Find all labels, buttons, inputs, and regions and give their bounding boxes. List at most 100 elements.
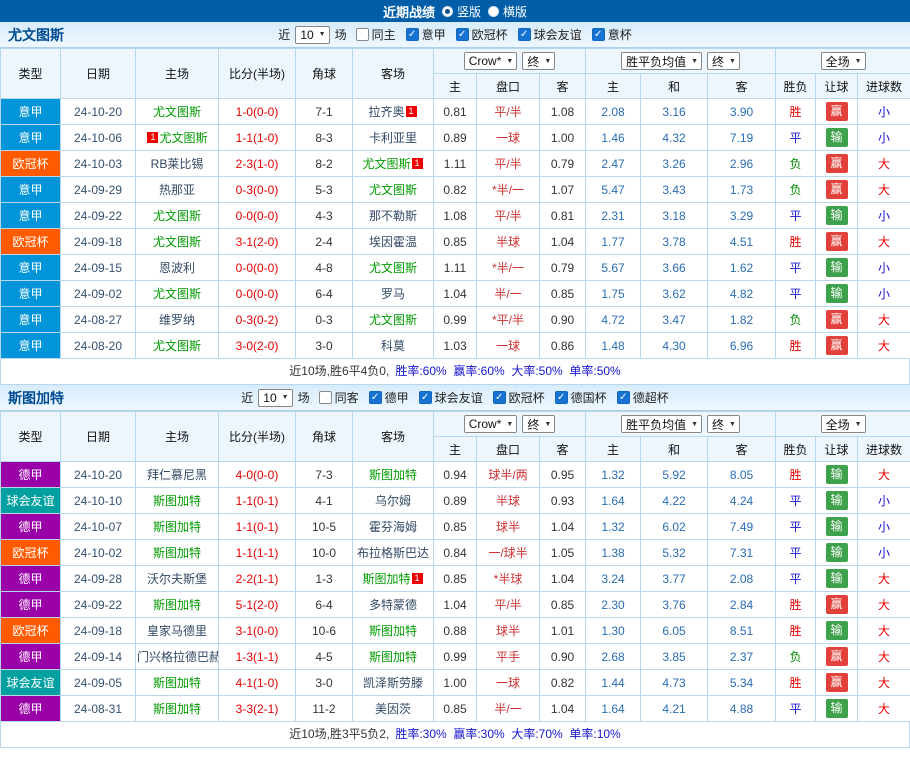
away-team-link[interactable]: 科莫 — [381, 339, 405, 353]
col-header-type: 类型 — [1, 412, 61, 462]
home-team-link[interactable]: 拜仁慕尼黑 — [147, 468, 207, 482]
home-team-link[interactable]: 尤文图斯 — [159, 131, 207, 145]
away-team-link[interactable]: 斯图加特 — [362, 572, 410, 586]
away-team-link[interactable]: 美因茨 — [375, 702, 411, 716]
euro-draw-odds: 3.76 — [641, 592, 708, 618]
away-team-link[interactable]: 乌尔姆 — [375, 494, 411, 508]
home-team-link[interactable]: 斯图加特 — [153, 546, 201, 560]
layout-vertical-option[interactable]: 竖版 — [442, 3, 481, 20]
checkbox-icon[interactable] — [356, 28, 369, 41]
avg-odds-select[interactable]: 胜平负均值▼ — [621, 52, 702, 70]
radio-unselected-icon[interactable] — [488, 6, 499, 17]
away-team-link[interactable]: 拉齐奥 — [368, 105, 404, 119]
corner-cell: 10-5 — [296, 514, 353, 540]
checkbox-icon[interactable] — [518, 28, 531, 41]
bookmaker-select[interactable]: Crow*▼ — [464, 52, 518, 70]
league-filter[interactable]: 同客 — [319, 389, 359, 406]
odds-stage-select[interactable]: 终▼ — [522, 415, 555, 433]
away-team-link[interactable]: 尤文图斯 — [362, 157, 410, 171]
handicap-result-cell: 输 — [816, 462, 858, 488]
result-text: 胜 — [790, 598, 802, 612]
checkbox-icon[interactable] — [555, 391, 568, 404]
home-team-link[interactable]: 热那亚 — [159, 183, 195, 197]
away-team-link[interactable]: 霍芬海姆 — [369, 520, 417, 534]
avg-odds-select[interactable]: 胜平负均值▼ — [621, 415, 702, 433]
score-cell: 0-3(0-2) — [219, 307, 296, 333]
league-filter[interactable]: 球会友谊 — [419, 389, 483, 406]
euro-home-odds: 5.47 — [586, 177, 641, 203]
score-cell: 3-1(0-0) — [219, 618, 296, 644]
scope-select[interactable]: 全场▼ — [821, 52, 866, 70]
home-team-link[interactable]: 尤文图斯 — [153, 209, 201, 223]
checkbox-icon[interactable] — [369, 391, 382, 404]
league-filter[interactable]: 德超杯 — [617, 389, 669, 406]
euro-away-odds: 3.90 — [708, 99, 776, 125]
away-team-link[interactable]: 斯图加特 — [369, 624, 417, 638]
scope-select[interactable]: 全场▼ — [821, 415, 866, 433]
home-team-link[interactable]: 斯图加特 — [153, 702, 201, 716]
league-filter[interactable]: 欧冠杯 — [456, 26, 508, 43]
away-team-link[interactable]: 凯泽斯劳滕 — [363, 676, 423, 690]
league-filter[interactable]: 同主 — [356, 26, 396, 43]
league-filter[interactable]: 意甲 — [406, 26, 446, 43]
checkbox-icon[interactable] — [592, 28, 605, 41]
bookmaker-select[interactable]: Crow*▼ — [464, 415, 518, 433]
goals-text: 小 — [878, 131, 890, 145]
home-team-link[interactable]: 斯图加特 — [153, 494, 201, 508]
match-count-select[interactable]: 10▼ — [258, 389, 292, 407]
home-team-link[interactable]: 斯图加特 — [153, 520, 201, 534]
home-team-link[interactable]: 尤文图斯 — [153, 287, 201, 301]
away-team-link[interactable]: 斯图加特 — [369, 650, 417, 664]
away-cell: 尤文图斯1 — [353, 151, 434, 177]
match-row: 德甲 24-09-14 门兴格拉德巴赫 1-3(1-1) 4-5 斯图加特 0.… — [1, 644, 910, 670]
euro-away-odds: 7.49 — [708, 514, 776, 540]
away-team-link[interactable]: 埃因霍温 — [369, 235, 417, 249]
home-team-link[interactable]: 恩波利 — [159, 261, 195, 275]
home-team-link[interactable]: 沃尔夫斯堡 — [147, 572, 207, 586]
avg-stage-select[interactable]: 终▼ — [707, 52, 740, 70]
checkbox-icon[interactable] — [456, 28, 469, 41]
league-filter[interactable]: 球会友谊 — [518, 26, 582, 43]
away-team-link[interactable]: 布拉格斯巴达 — [357, 546, 429, 560]
avg-stage-select[interactable]: 终▼ — [707, 415, 740, 433]
away-team-link[interactable]: 那不勒斯 — [369, 209, 417, 223]
team-name[interactable]: 斯图加特 — [8, 385, 64, 411]
goals-text: 大 — [878, 598, 890, 612]
checkbox-icon[interactable] — [493, 391, 506, 404]
date-cell: 24-09-14 — [61, 644, 136, 670]
team-name[interactable]: 尤文图斯 — [8, 22, 64, 48]
league-filter[interactable]: 意杯 — [592, 26, 632, 43]
home-team-link[interactable]: 斯图加特 — [153, 676, 201, 690]
asian-home-odds: 1.03 — [434, 333, 477, 359]
away-team-link[interactable]: 尤文图斯 — [369, 313, 417, 327]
layout-horizontal-option[interactable]: 横版 — [488, 3, 527, 20]
home-team-link[interactable]: 维罗纳 — [159, 313, 195, 327]
away-team-link[interactable]: 卡利亚里 — [369, 131, 417, 145]
goals-cell: 小 — [858, 488, 910, 514]
away-team-link[interactable]: 尤文图斯 — [369, 183, 417, 197]
away-team-link[interactable]: 斯图加特 — [369, 468, 417, 482]
checkbox-icon[interactable] — [406, 28, 419, 41]
checkbox-icon[interactable] — [319, 391, 332, 404]
home-team-link[interactable]: 皇家马德里 — [147, 624, 207, 638]
asian-home-odds: 0.85 — [434, 514, 477, 540]
home-team-link[interactable]: 斯图加特 — [153, 598, 201, 612]
away-team-link[interactable]: 多特蒙德 — [369, 598, 417, 612]
checkbox-icon[interactable] — [617, 391, 630, 404]
home-team-link[interactable]: 尤文图斯 — [153, 235, 201, 249]
filter-label: 欧冠杯 — [509, 389, 545, 406]
home-team-link[interactable]: 尤文图斯 — [153, 339, 201, 353]
odds-stage-select[interactable]: 终▼ — [522, 52, 555, 70]
home-team-link[interactable]: 尤文图斯 — [153, 105, 201, 119]
league-filter[interactable]: 德甲 — [369, 389, 409, 406]
league-filter[interactable]: 德国杯 — [555, 389, 607, 406]
home-team-link[interactable]: RB莱比锡 — [151, 157, 204, 171]
away-team-link[interactable]: 尤文图斯 — [369, 261, 417, 275]
league-filter[interactable]: 欧冠杯 — [493, 389, 545, 406]
home-team-link[interactable]: 门兴格拉德巴赫 — [137, 650, 219, 664]
away-team-link[interactable]: 罗马 — [381, 287, 405, 301]
checkbox-icon[interactable] — [419, 391, 432, 404]
radio-selected-icon[interactable] — [442, 6, 453, 17]
match-count-select[interactable]: 10▼ — [295, 26, 329, 44]
handicap-result-tag: 输 — [826, 543, 848, 561]
